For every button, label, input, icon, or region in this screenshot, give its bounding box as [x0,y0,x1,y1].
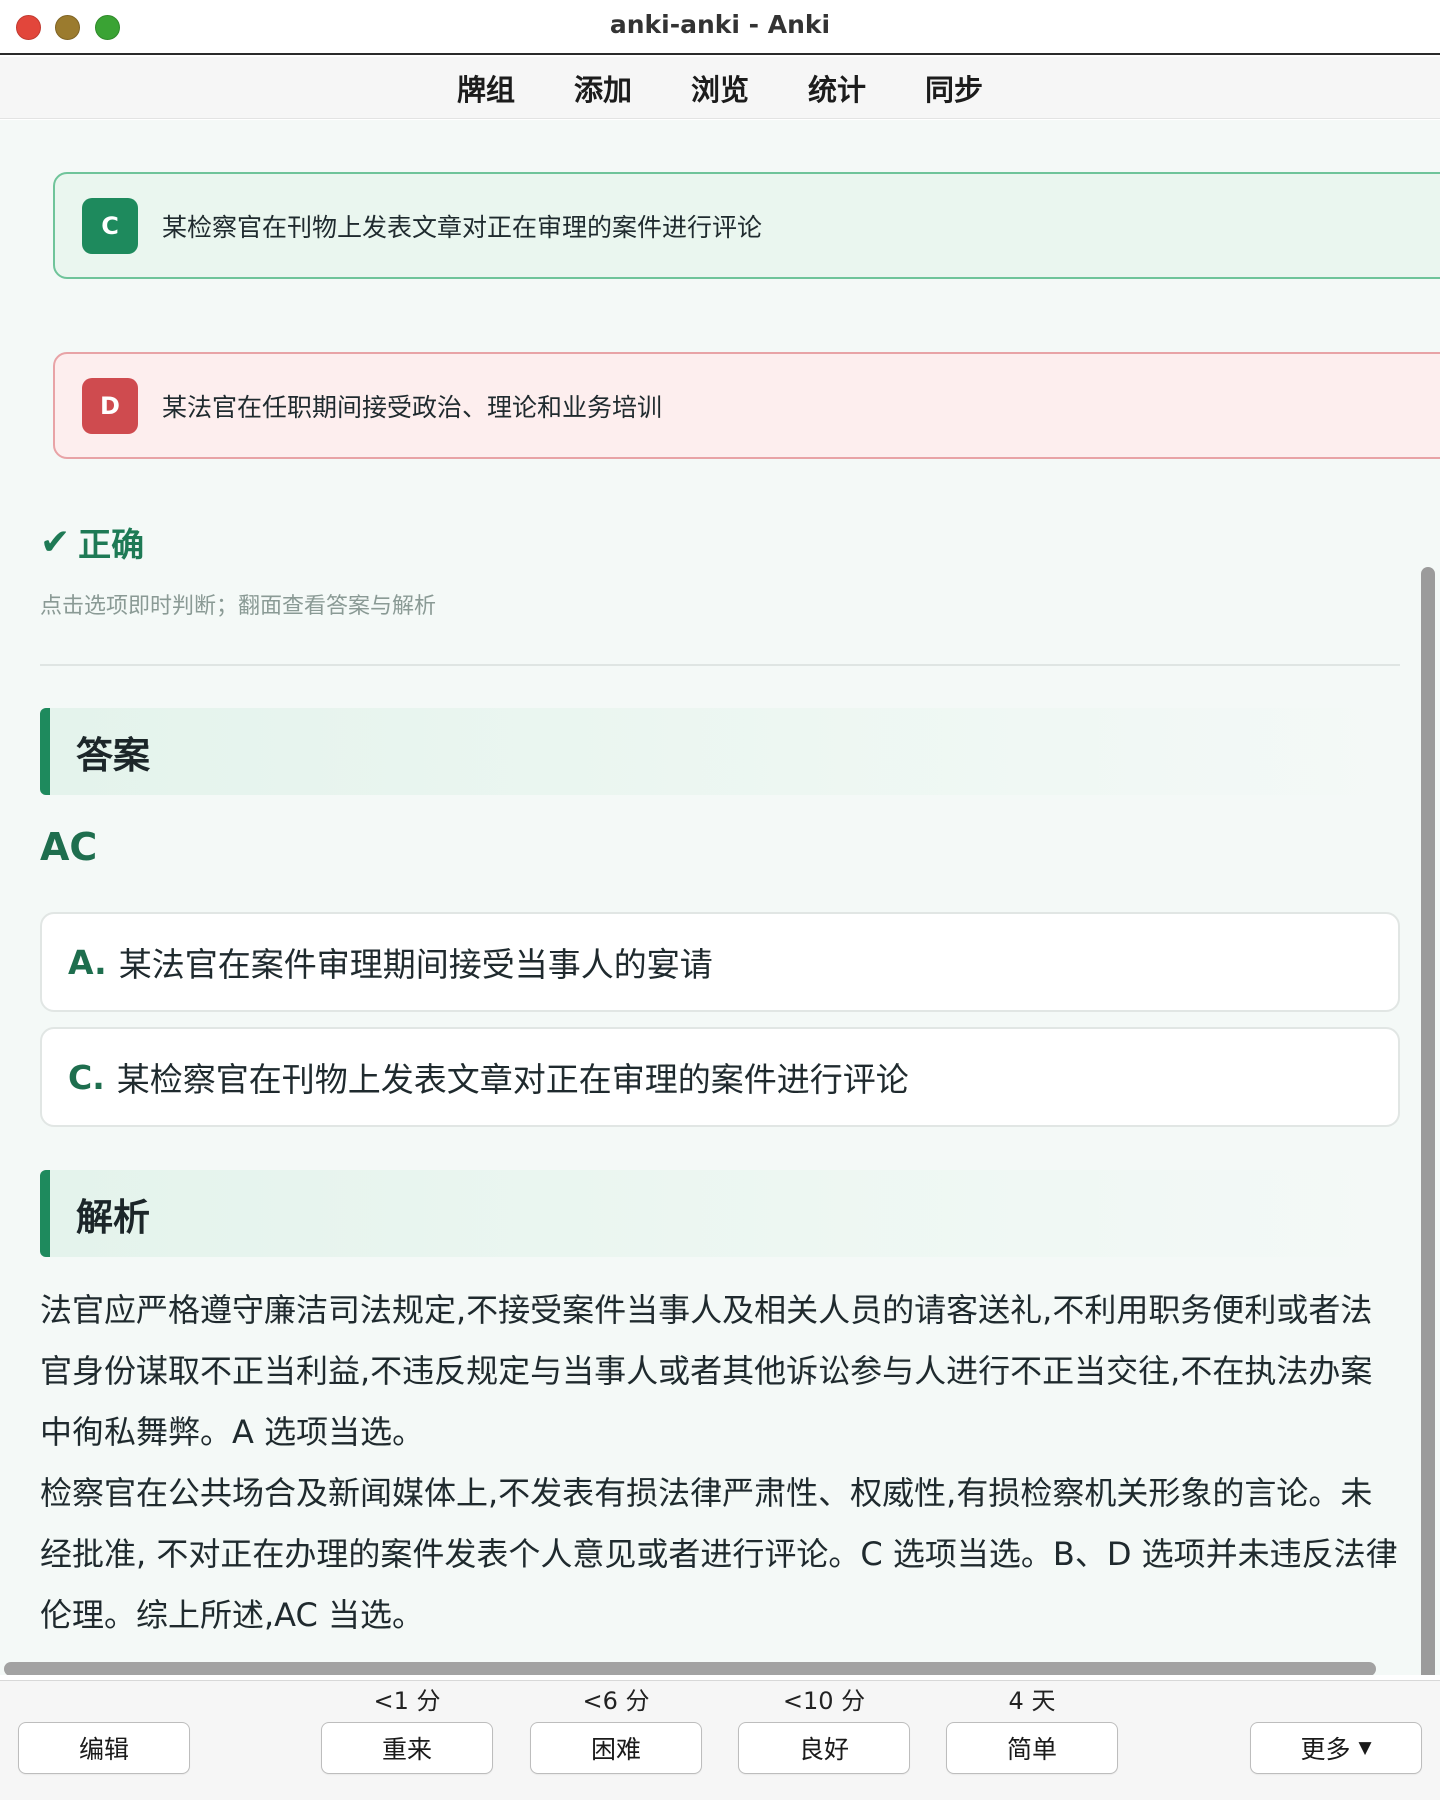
answer-value: AC [40,825,98,869]
card-content: C 某检察官在刊物上发表文章对正在审理的案件进行评论 D 某法官在任职期间接受政… [0,120,1440,1675]
hint-text: 点击选项即时判断；翻面查看答案与解析 [40,594,437,619]
interval-good: <10 分 [782,1687,866,1715]
hard-button[interactable]: 困难 [530,1722,702,1774]
answer-bar: 编辑 <1 分 重来 <6 分 困难 <10 分 良好 4 天 简单 更多 ▼ [0,1680,1440,1800]
option-text: 某法官在任职期间接受政治、理论和业务培训 [162,392,663,422]
option-badge: D [82,377,138,434]
answer-item-text: 某法官在案件审理期间接受当事人的宴请 [118,945,713,984]
answer-item-letter: C. [68,1057,105,1097]
option-text: 某检察官在刊物上发表文章对正在审理的案件进行评论 [162,212,763,242]
interval-hard: <6 分 [582,1687,650,1715]
answer-item-c: C. 某检察官在刊物上发表文章对正在审理的案件进行评论 [40,1027,1400,1127]
edit-button[interactable]: 编辑 [18,1722,190,1774]
answer-heading: 答案 [40,708,1400,795]
answer-item-letter: A. [68,942,107,982]
interval-easy: 4 天 [1008,1687,1056,1715]
nav-stats[interactable]: 统计 [808,67,867,109]
title-bar: anki-anki - Anki [0,0,1440,55]
caret-down-icon: ▼ [1358,1738,1372,1758]
nav-sync[interactable]: 同步 [925,67,984,109]
option-d-card[interactable]: D 某法官在任职期间接受政治、理论和业务培训 [53,352,1440,459]
again-button[interactable]: 重来 [321,1722,493,1774]
good-button[interactable]: 良好 [738,1722,910,1774]
result-status: ✔ 正确 [40,518,144,566]
nav-decks[interactable]: 牌组 [457,67,516,109]
check-icon: ✔ [40,521,71,563]
analysis-heading: 解析 [40,1170,1400,1257]
option-badge: C [82,197,138,254]
analysis-paragraph: 检察官在公共场合及新闻媒体上,不发表有损法律严肃性、权威性,有损检察机关形象的言… [40,1474,1398,1634]
analysis-heading-label: 解析 [76,1195,150,1239]
interval-again: <1 分 [373,1687,441,1715]
more-button-label: 更多 [1300,1735,1351,1764]
top-menu: 牌组 添加 浏览 统计 同步 [0,57,1440,119]
analysis-paragraph: 法官应严格遵守廉洁司法规定,不接受案件当事人及相关人员的请客送礼,不利用职务便利… [40,1291,1373,1451]
option-c-card[interactable]: C 某检察官在刊物上发表文章对正在审理的案件进行评论 [53,172,1440,279]
horizontal-scrollbar[interactable] [4,1662,1376,1675]
nav-add[interactable]: 添加 [574,67,633,109]
answer-heading-label: 答案 [76,733,150,777]
divider [40,664,1400,666]
answer-item-a: A. 某法官在案件审理期间接受当事人的宴请 [40,912,1400,1012]
easy-button[interactable]: 简单 [946,1722,1118,1774]
answer-item-text: 某检察官在刊物上发表文章对正在审理的案件进行评论 [116,1060,909,1099]
window-title: anki-anki - Anki [609,10,831,39]
result-label: 正确 [78,525,145,564]
vertical-scrollbar[interactable] [1421,567,1435,1675]
nav-browse[interactable]: 浏览 [691,67,750,109]
more-button[interactable]: 更多 ▼ [1250,1722,1422,1774]
analysis-body: 法官应严格遵守廉洁司法规定,不接受案件当事人及相关人员的请客送礼,不利用职务便利… [40,1280,1402,1646]
